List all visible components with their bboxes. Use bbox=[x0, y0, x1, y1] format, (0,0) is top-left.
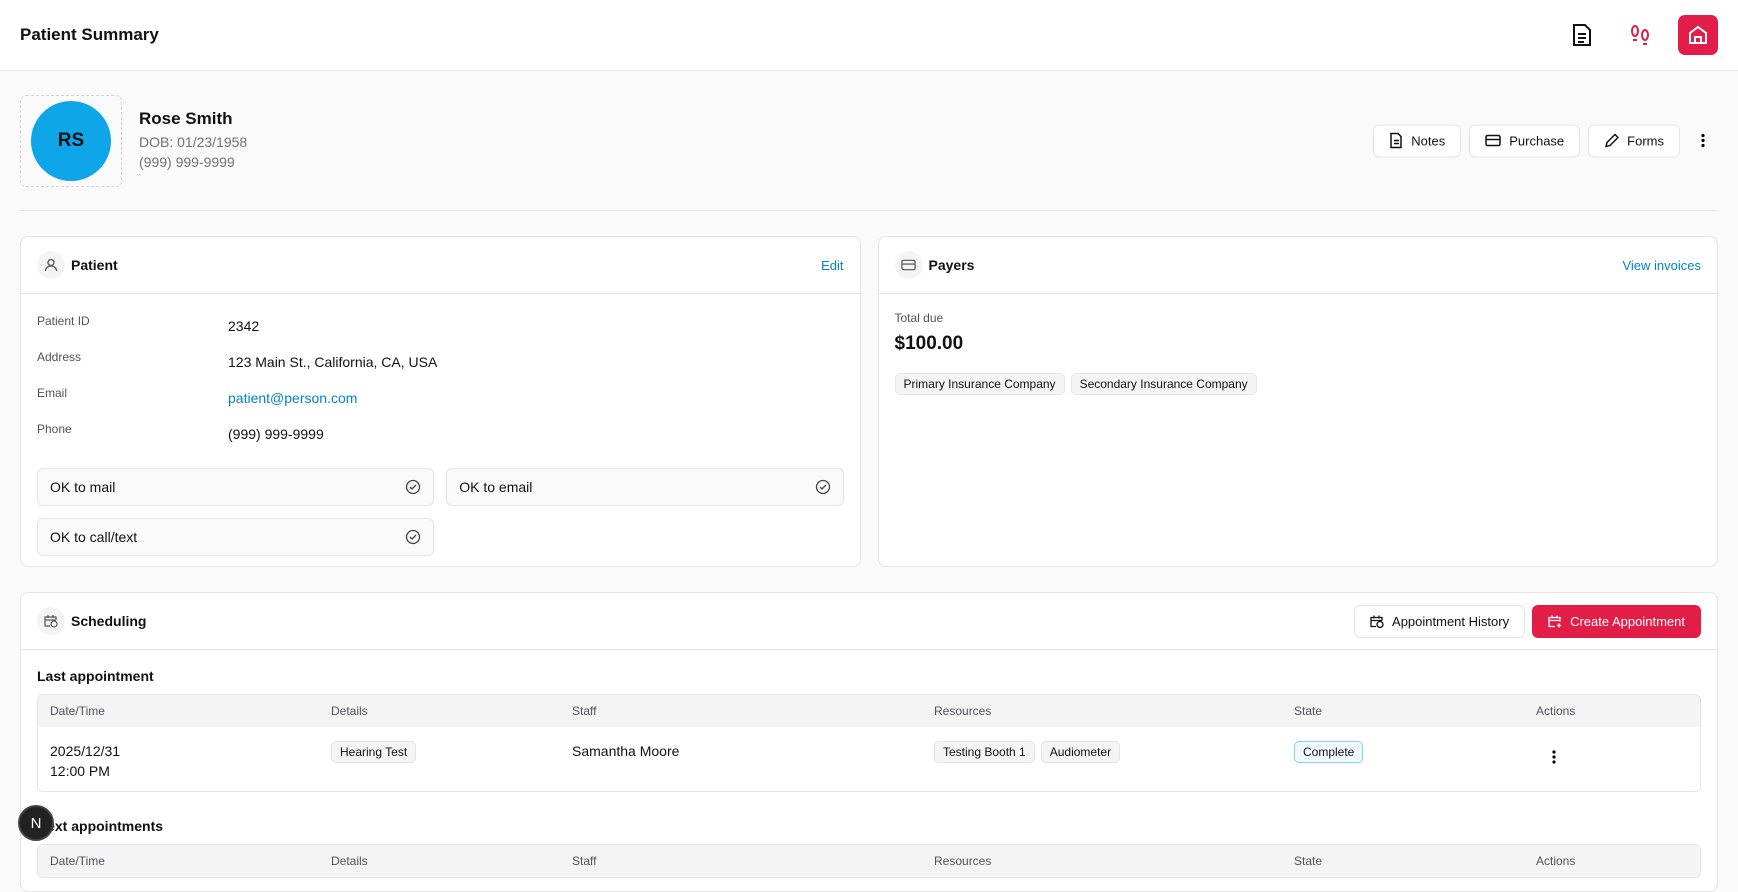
payer-tag: Secondary Insurance Company bbox=[1070, 373, 1257, 395]
credit-card-icon bbox=[894, 251, 923, 279]
patient-phone: (999) 999-9999 bbox=[139, 154, 235, 170]
last-appointment-table: Date/Time Details Staff Resources State … bbox=[37, 694, 1701, 792]
resource-tag: Testing Booth 1 bbox=[934, 741, 1035, 763]
payer-tag: Primary Insurance Company bbox=[894, 373, 1065, 395]
payers-card-title: Payers bbox=[928, 257, 975, 273]
ok-to-email-toggle[interactable]: OK to email bbox=[446, 468, 844, 506]
purchase-button[interactable]: Purchase bbox=[1469, 124, 1581, 157]
check-circle-icon bbox=[406, 529, 421, 545]
resource-tag: Audiometer bbox=[1040, 741, 1121, 763]
field-label: Phone bbox=[37, 422, 72, 436]
create-label: Create Appointment bbox=[1570, 613, 1685, 629]
field-label: Address bbox=[37, 350, 82, 364]
email-link[interactable]: patient@person.com bbox=[228, 380, 844, 416]
notes-label: Notes bbox=[1411, 133, 1446, 148]
purchase-label: Purchase bbox=[1509, 133, 1565, 148]
patient-dob: DOB: 01/23/1958 bbox=[139, 134, 248, 150]
column-header: Date/Time bbox=[50, 854, 105, 868]
address-value: 123 Main St., California, CA, USA bbox=[228, 354, 438, 370]
forms-label: Forms bbox=[1627, 133, 1664, 148]
scheduling-card: Scheduling Appointment History Create Ap… bbox=[20, 592, 1718, 892]
state-badge: Complete bbox=[1294, 741, 1364, 763]
history-label: Appointment History bbox=[1392, 613, 1510, 629]
calendar-clock-icon bbox=[1370, 615, 1384, 628]
page-title: Patient Summary bbox=[20, 25, 159, 44]
column-header: Date/Time bbox=[50, 704, 105, 718]
notes-button[interactable]: Notes bbox=[1373, 124, 1462, 157]
create-appointment-button[interactable]: Create Appointment bbox=[1532, 604, 1701, 638]
view-invoices-link[interactable]: View invoices bbox=[1622, 258, 1701, 273]
ok-to-email-label: OK to email bbox=[459, 479, 533, 495]
user-icon bbox=[37, 251, 65, 279]
table-row[interactable]: 2025/12/31 12:00 PM Hearing Test Samantha… bbox=[38, 727, 1700, 791]
last-appointment-heading: Last appointment bbox=[37, 668, 154, 684]
more-options-icon[interactable] bbox=[1688, 133, 1718, 149]
phone-value: (999) 999-9999 bbox=[228, 426, 324, 442]
app-header: Patient Summary bbox=[0, 0, 1738, 71]
field-label: Patient ID bbox=[37, 314, 90, 328]
edit-link[interactable]: Edit bbox=[821, 258, 843, 273]
field-label: Email bbox=[37, 386, 68, 400]
column-header: Details bbox=[331, 854, 368, 868]
staff-name: Samantha Moore bbox=[572, 743, 680, 759]
check-circle-icon bbox=[406, 479, 421, 495]
calendar-clock-icon bbox=[37, 607, 65, 635]
patient-id-value: 2342 bbox=[228, 318, 260, 334]
appointment-time: 12:00 PM bbox=[50, 763, 110, 779]
ok-to-call-label: OK to call/text bbox=[50, 529, 138, 545]
details-tag: Hearing Test bbox=[331, 741, 417, 763]
next-appointments-table: Date/Time Details Staff Resources State … bbox=[37, 844, 1701, 878]
ok-to-mail-toggle[interactable]: OK to mail bbox=[37, 468, 435, 506]
total-due-value: $100.00 bbox=[894, 333, 964, 354]
forms-button[interactable]: Forms bbox=[1588, 124, 1680, 157]
column-header: State bbox=[1294, 854, 1323, 868]
scheduling-title: Scheduling bbox=[71, 613, 147, 629]
column-header: Resources bbox=[934, 854, 992, 868]
patient-card-title: Patient bbox=[71, 257, 118, 273]
calendar-plus-icon bbox=[1548, 615, 1562, 627]
column-header: Actions bbox=[1536, 704, 1576, 718]
column-header: Actions bbox=[1536, 854, 1576, 868]
payers-card: Payers View invoices Total due $100.00 P… bbox=[877, 236, 1718, 567]
patient-card: Patient Edit Patient ID 2342 Address 123 M… bbox=[20, 236, 861, 567]
column-header: State bbox=[1294, 704, 1323, 718]
document-icon[interactable] bbox=[1562, 15, 1602, 55]
footprints-icon[interactable] bbox=[1620, 15, 1660, 55]
avatar: RS bbox=[31, 100, 111, 181]
next-appointments-heading: Next appointments bbox=[37, 818, 164, 834]
notes-icon bbox=[1390, 132, 1403, 149]
appointment-date: 2025/12/31 bbox=[50, 743, 121, 759]
appointment-history-button[interactable]: Appointment History bbox=[1354, 604, 1526, 638]
check-circle-icon bbox=[815, 479, 830, 495]
column-header: Staff bbox=[572, 704, 597, 718]
pencil-icon bbox=[1605, 133, 1620, 148]
patient-profile: RS Rose Smith DOB: 01/23/1958 (999) 999-… bbox=[20, 71, 1718, 211]
total-due-label: Total due bbox=[894, 311, 944, 325]
ok-to-mail-label: OK to mail bbox=[50, 479, 116, 495]
dev-tools-badge[interactable]: N bbox=[18, 805, 54, 841]
column-header: Details bbox=[331, 704, 368, 718]
home-icon[interactable] bbox=[1678, 15, 1718, 55]
column-header: Staff bbox=[572, 854, 597, 868]
ok-to-call-toggle[interactable]: OK to call/text bbox=[37, 518, 435, 556]
column-header: Resources bbox=[934, 704, 992, 718]
patient-name: Rose Smith bbox=[139, 109, 233, 128]
row-actions-icon[interactable] bbox=[1536, 741, 1700, 791]
avatar-frame[interactable]: RS bbox=[20, 94, 122, 187]
credit-card-icon bbox=[1485, 134, 1501, 147]
